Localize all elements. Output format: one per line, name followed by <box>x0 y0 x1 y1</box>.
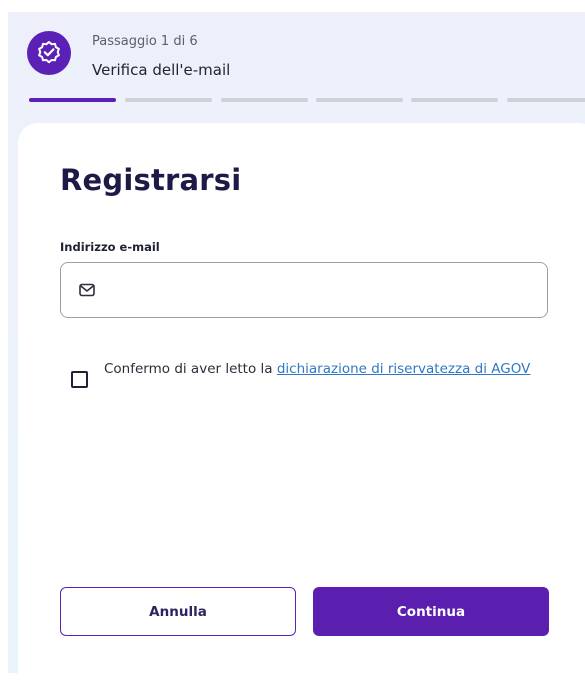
email-field[interactable] <box>60 262 548 318</box>
email-label: Indirizzo e-mail <box>60 240 160 254</box>
progress-segment <box>29 98 116 102</box>
continue-button[interactable]: Continua <box>313 587 549 636</box>
step-title: Verifica dell'e-mail <box>92 61 231 79</box>
progress-segment <box>411 98 498 102</box>
step-counter: Passaggio 1 di 6 <box>92 34 198 49</box>
check-badge-icon <box>27 31 71 75</box>
progress-segment <box>125 98 212 102</box>
step-progress-bar <box>29 98 585 102</box>
consent-checkbox[interactable] <box>71 371 88 388</box>
page-title: Registrarsi <box>60 163 242 197</box>
progress-segment <box>507 98 585 102</box>
progress-segment <box>316 98 403 102</box>
progress-segment <box>221 98 308 102</box>
consent-text: Confermo di aver letto la dichiarazione … <box>104 361 531 377</box>
email-input[interactable] <box>109 273 533 309</box>
mail-icon <box>79 282 95 301</box>
privacy-statement-link[interactable]: dichiarazione di riservatezza di AGOV <box>277 361 531 377</box>
cancel-button[interactable]: Annulla <box>60 587 296 636</box>
